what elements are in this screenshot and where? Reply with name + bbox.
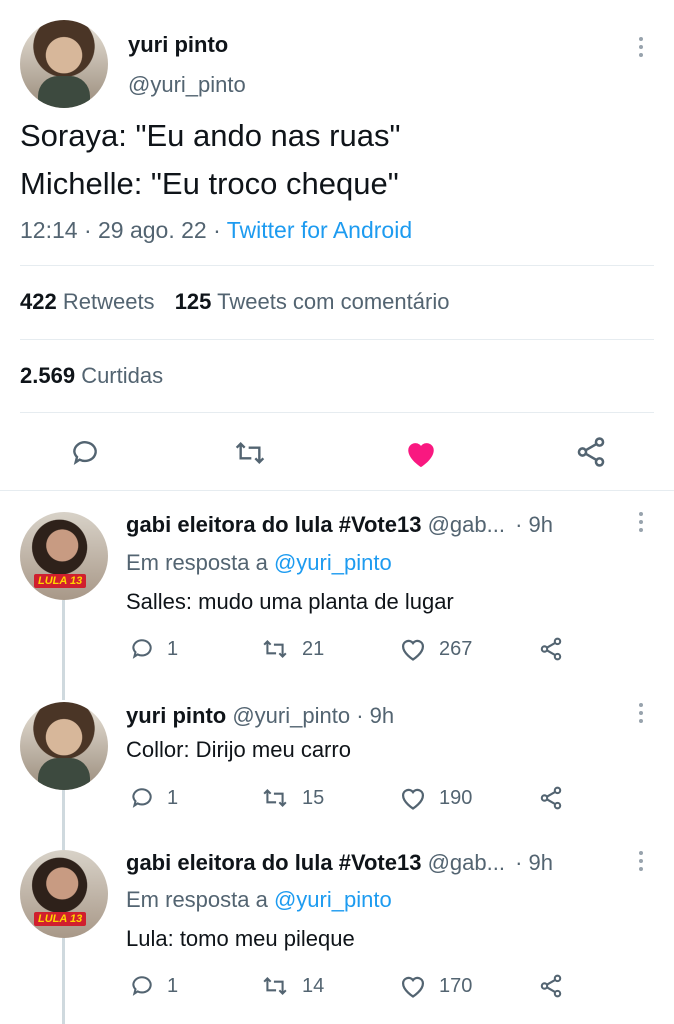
reply-header: yuri pinto @yuri_pinto · 9h: [126, 703, 394, 729]
reply-count: 1: [167, 974, 179, 997]
reply-count: 1: [167, 637, 179, 660]
share-icon: [540, 974, 562, 998]
thread-line: [62, 600, 65, 700]
share-icon: [540, 786, 562, 810]
reply-count: 1: [167, 786, 179, 809]
retweets-label: Retweets: [62, 289, 155, 314]
reply-display-name[interactable]: yuri pinto: [126, 703, 226, 728]
author-display-name[interactable]: yuri pinto: [128, 32, 228, 58]
likes-stat[interactable]: 2.569 Curtidas: [20, 363, 163, 389]
reply-action[interactable]: 1: [129, 785, 178, 811]
author-handle[interactable]: @yuri_pinto: [128, 72, 246, 98]
reply-header: gabi eleitora do lula #Vote13 @gab... · …: [126, 512, 553, 538]
quotes-count: 125: [174, 289, 212, 314]
reply-header: gabi eleitora do lula #Vote13 @gab... · …: [126, 850, 553, 876]
retweet-count: 14: [302, 974, 325, 997]
reply-text: Lula: tomo meu pileque: [126, 926, 355, 951]
reply-icon: [132, 639, 152, 659]
reply-icon: [132, 788, 152, 808]
like-action[interactable]: 190: [399, 785, 472, 811]
share-button[interactable]: [574, 435, 608, 474]
retweet-count: 21: [302, 637, 325, 660]
replying-to-link[interactable]: @yuri_pinto: [274, 550, 392, 575]
replying-to: Em resposta a @yuri_pinto: [126, 550, 392, 576]
retweets-count: 422: [20, 289, 57, 314]
reply-handle[interactable]: @gab...: [428, 850, 505, 875]
replying-to-prefix: Em resposta a: [126, 550, 268, 575]
heart-icon: [401, 788, 425, 810]
tweet-timestamp[interactable]: 12:14 · 29 ago. 22 ·: [20, 217, 221, 243]
thread-line: [62, 938, 65, 1024]
reply-action[interactable]: 1: [129, 973, 178, 999]
like-count: 170: [439, 974, 473, 997]
lula-badge: LULA 13: [34, 912, 87, 926]
retweet-count: 15: [302, 786, 325, 809]
heart-icon: [401, 639, 425, 661]
retweet-icon: [263, 976, 287, 996]
engagement-stats: 422 Retweets 125 Tweets com comentário: [20, 289, 449, 315]
more-options-icon[interactable]: [638, 37, 644, 57]
replying-to-prefix: Em resposta a: [126, 887, 268, 912]
share-action[interactable]: [538, 635, 564, 663]
reply-time[interactable]: · 9h: [356, 703, 394, 728]
divider: [20, 265, 654, 266]
reply-time[interactable]: · 9h: [515, 512, 553, 537]
reply-button[interactable]: [69, 437, 101, 474]
more-options-icon[interactable]: [638, 703, 644, 723]
quotes-stat[interactable]: 125 Tweets com comentário: [175, 289, 450, 314]
tweet-text-line-2: Michelle: "Eu troco cheque": [20, 166, 399, 201]
divider: [20, 412, 654, 413]
author-avatar[interactable]: [20, 20, 108, 108]
share-icon: [540, 637, 562, 661]
heart-icon: [401, 976, 425, 998]
reply-display-name[interactable]: gabi eleitora do lula #Vote13: [126, 850, 421, 875]
retweet-icon: [235, 441, 265, 465]
reply-avatar[interactable]: [20, 702, 108, 790]
reply-handle[interactable]: @gab...: [428, 512, 505, 537]
reply-text: Salles: mudo uma planta de lugar: [126, 589, 454, 614]
share-icon: [577, 437, 605, 467]
like-action[interactable]: 267: [399, 636, 472, 662]
tweet-text-line-1: Soraya: "Eu ando nas ruas": [20, 118, 401, 153]
reply-icon: [132, 976, 152, 996]
share-action[interactable]: [538, 972, 564, 1000]
reply-display-name[interactable]: gabi eleitora do lula #Vote13: [126, 512, 421, 537]
quotes-label: Tweets com comentário: [217, 289, 450, 314]
reply-text: Collor: Dirijo meu carro: [126, 737, 351, 762]
reply-action[interactable]: 1: [129, 636, 178, 662]
reply-handle[interactable]: @yuri_pinto: [232, 703, 350, 728]
like-count: 190: [439, 786, 473, 809]
retweet-button[interactable]: [232, 437, 268, 474]
like-count: 267: [439, 637, 473, 660]
retweet-action[interactable]: 15: [260, 785, 324, 811]
reply-time[interactable]: · 9h: [515, 850, 553, 875]
divider: [20, 339, 654, 340]
lula-badge: LULA 13: [34, 574, 87, 588]
retweet-icon: [263, 788, 287, 808]
reply-avatar[interactable]: LULA 13: [20, 850, 108, 938]
more-options-icon[interactable]: [638, 512, 644, 532]
section-divider: [0, 490, 674, 491]
retweet-icon: [263, 639, 287, 659]
replying-to: Em resposta a @yuri_pinto: [126, 887, 392, 913]
tweet-meta: 12:14 · 29 ago. 22 · Twitter for Android: [20, 217, 412, 244]
like-button[interactable]: [404, 437, 438, 474]
tweet-source-link[interactable]: Twitter for Android: [227, 217, 412, 243]
reply-icon: [73, 441, 97, 466]
likes-count: 2.569: [20, 363, 76, 388]
thread-line: [62, 790, 65, 850]
more-options-icon[interactable]: [638, 851, 644, 871]
retweet-action[interactable]: 21: [260, 636, 324, 662]
replying-to-link[interactable]: @yuri_pinto: [274, 887, 392, 912]
heart-filled-icon: [408, 443, 434, 468]
retweet-action[interactable]: 14: [260, 973, 324, 999]
reply-avatar[interactable]: LULA 13: [20, 512, 108, 600]
likes-label: Curtidas: [81, 363, 164, 388]
retweets-stat[interactable]: 422 Retweets: [20, 289, 161, 314]
like-action[interactable]: 170: [399, 973, 472, 999]
share-action[interactable]: [538, 784, 564, 812]
